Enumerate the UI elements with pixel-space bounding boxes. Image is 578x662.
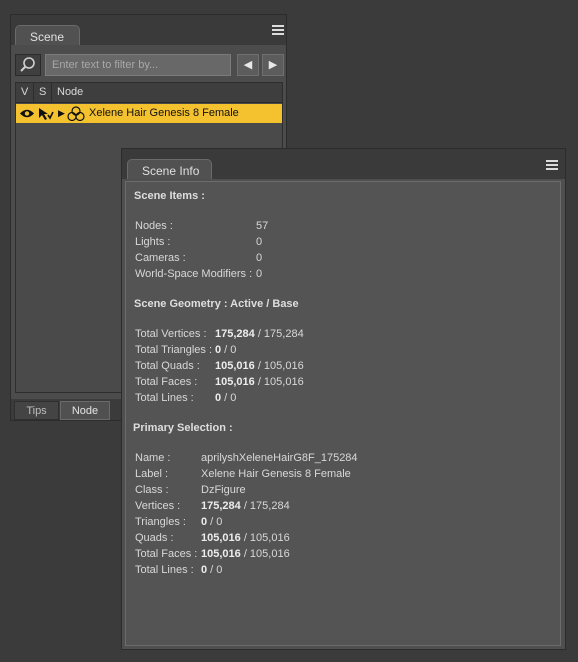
info-titlebar: Scene Info <box>122 149 565 179</box>
cameras-label: Cameras : <box>135 252 186 264</box>
triangles-label: Triangles : <box>135 516 186 528</box>
tab-scene-info[interactable]: Scene Info <box>127 159 212 179</box>
tab-tips[interactable]: Tips <box>14 401 59 420</box>
faces-label: Total Faces : <box>135 548 198 560</box>
total-faces-label: Total Faces : <box>135 376 198 388</box>
search-icon[interactable] <box>15 54 41 76</box>
total-lines-label: Total Lines : <box>135 392 194 404</box>
scene-geometry-title: Scene Geometry : Active / Base <box>134 298 299 310</box>
panel-menu-icon[interactable] <box>544 160 558 174</box>
expand-triangle-icon[interactable]: ▶ <box>58 108 65 118</box>
scene-info-panel: Scene Info Scene Items : Nodes : 57 Ligh… <box>121 148 566 650</box>
vertices-value: 175,284 / 175,284 <box>201 500 290 512</box>
nodes-value: 57 <box>256 220 269 232</box>
lights-value: 0 <box>256 236 263 248</box>
lines-value: 0 / 0 <box>201 564 223 576</box>
vertices-label: Vertices : <box>135 500 181 512</box>
column-node[interactable]: Node <box>52 83 282 102</box>
scene-titlebar: Scene <box>11 15 286 45</box>
total-triangles-value: 0 / 0 <box>215 344 237 356</box>
total-vertices-label: Total Vertices : <box>135 328 207 340</box>
tab-node[interactable]: Node <box>60 401 110 420</box>
world-space-modifiers-label: World-Space Modifiers : <box>135 268 253 280</box>
scene-items-title: Scene Items : <box>134 190 205 202</box>
select-cursor-icon[interactable] <box>38 107 54 121</box>
filter-input[interactable]: Enter text to filter by... <box>45 54 231 76</box>
quads-label: Quads : <box>135 532 174 544</box>
total-triangles-label: Total Triangles : <box>135 344 213 356</box>
tab-scene[interactable]: Scene <box>15 25 80 45</box>
label-label: Label : <box>135 468 169 480</box>
panel-menu-icon[interactable] <box>270 25 284 39</box>
name-label: Name : <box>135 452 171 464</box>
nodes-label: Nodes : <box>135 220 173 232</box>
arrow-right-icon[interactable]: ▶ <box>262 54 284 76</box>
tree-row-selected[interactable]: ▶ Xelene Hair Genesis 8 Female <box>16 104 282 123</box>
column-visible[interactable]: V <box>16 83 34 102</box>
arrow-left-icon[interactable]: ◀ <box>237 54 259 76</box>
column-selectable[interactable]: S <box>34 83 52 102</box>
filter-row: Enter text to filter by... ◀ ▶ <box>15 51 284 77</box>
total-quads-value: 105,016 / 105,016 <box>215 360 304 372</box>
total-faces-value: 105,016 / 105,016 <box>215 376 304 388</box>
world-space-modifiers-value: 0 <box>256 268 263 280</box>
quads-value: 105,016 / 105,016 <box>201 532 290 544</box>
class-label: Class : <box>135 484 169 496</box>
figure-node-icon <box>67 106 85 121</box>
faces-value: 105,016 / 105,016 <box>201 548 290 560</box>
total-quads-label: Total Quads : <box>135 360 200 372</box>
name-value: aprilyshXeleneHairG8F_175284 <box>201 452 358 464</box>
tree-header: V S Node <box>16 83 282 103</box>
info-body: Scene Items : Nodes : 57 Lights : 0 Came… <box>125 181 561 646</box>
primary-selection-title: Primary Selection : <box>133 422 233 434</box>
total-vertices-value: 175,284 / 175,284 <box>215 328 304 340</box>
total-lines-value: 0 / 0 <box>215 392 237 404</box>
eye-icon[interactable] <box>19 108 35 119</box>
label-value: Xelene Hair Genesis 8 Female <box>201 468 351 480</box>
class-value: DzFigure <box>201 484 246 496</box>
cameras-value: 0 <box>256 252 263 264</box>
lines-label: Total Lines : <box>135 564 194 576</box>
node-label: Xelene Hair Genesis 8 Female <box>89 107 239 119</box>
triangles-value: 0 / 0 <box>201 516 223 528</box>
lights-label: Lights : <box>135 236 171 248</box>
